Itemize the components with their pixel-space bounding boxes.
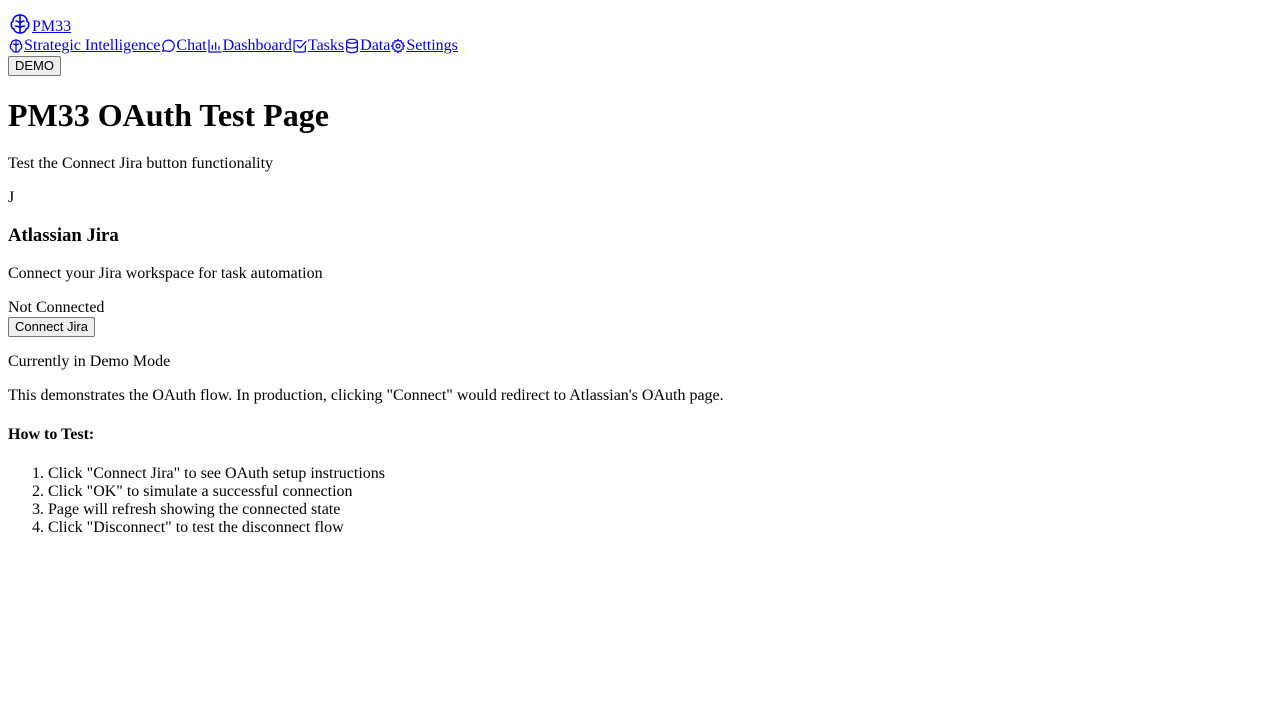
gear-icon: [390, 38, 406, 54]
nav-item-data[interactable]: Data: [344, 37, 390, 55]
nav-item-chat[interactable]: Chat: [160, 37, 207, 55]
app-name-link[interactable]: PM33: [32, 18, 71, 36]
app-header: PM33: [8, 8, 1272, 36]
nav-link-tasks[interactable]: Tasks: [308, 37, 344, 55]
database-icon: [344, 38, 360, 54]
connection-status: Not Connected: [8, 299, 105, 316]
nav-item-strategic-intelligence[interactable]: Strategic Intelligence: [8, 37, 160, 55]
demo-mode-title: Currently in Demo Mode: [8, 353, 171, 370]
nav-link-settings[interactable]: Settings: [406, 37, 458, 55]
check-square-icon: [292, 38, 308, 54]
main-nav: Strategic Intelligence Chat Dashboard Ta…: [8, 36, 1272, 56]
integration-description: Connect your Jira workspace for task aut…: [8, 265, 323, 282]
list-item: Click "OK" to simulate a successful conn…: [48, 483, 1272, 501]
nav-link-data[interactable]: Data: [360, 37, 390, 55]
nav-item-settings[interactable]: Settings: [390, 37, 458, 55]
page-subtitle: Test the Connect Jira button functionali…: [8, 155, 274, 172]
nav-link-strategic-intelligence[interactable]: Strategic Intelligence: [24, 37, 160, 55]
brain-icon: [8, 12, 32, 36]
how-to-steps: Click "Connect Jira" to see OAuth setup …: [8, 465, 1272, 537]
how-to-heading: How to Test:: [8, 426, 95, 443]
demo-button-row: DEMO: [8, 56, 1272, 76]
demo-button[interactable]: DEMO: [8, 56, 61, 76]
bar-chart-icon: [207, 38, 223, 54]
integration-name: Atlassian Jira: [8, 225, 119, 246]
list-item: Click "Connect Jira" to see OAuth setup …: [48, 465, 1272, 483]
jira-avatar: J: [8, 189, 15, 206]
connect-jira-button[interactable]: Connect Jira: [8, 317, 95, 337]
list-item: Page will refresh showing the connected …: [48, 501, 1272, 519]
nav-item-dashboard[interactable]: Dashboard: [207, 37, 292, 55]
list-item: Click "Disconnect" to test the disconnec…: [48, 519, 1272, 537]
nav-link-dashboard[interactable]: Dashboard: [223, 37, 292, 55]
brain-icon: [8, 38, 24, 54]
demo-mode-text: This demonstrates the OAuth flow. In pro…: [8, 387, 724, 404]
nav-link-chat[interactable]: Chat: [176, 37, 206, 55]
connect-button-row: Connect Jira: [8, 317, 1272, 337]
chat-bubble-icon: [160, 38, 176, 54]
nav-item-tasks[interactable]: Tasks: [292, 37, 344, 55]
page-title: PM33 OAuth Test Page: [8, 97, 329, 133]
